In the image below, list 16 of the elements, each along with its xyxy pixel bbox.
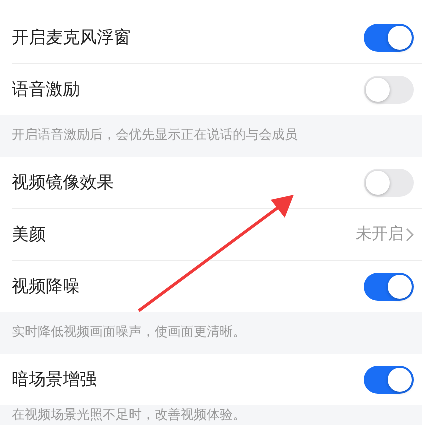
hint-text: 开启语音激励后，会优先显示正在说话的与会成员 [0,115,422,157]
setting-label: 视频降噪 [12,276,80,298]
setting-label: 视频镜像效果 [12,172,114,194]
toggle-switch[interactable] [364,24,414,52]
setting-label: 开启麦克风浮窗 [12,27,131,49]
toggle-switch[interactable] [364,168,414,196]
setting-value[interactable]: 未开启 [356,224,414,245]
chevron-right-icon [406,228,414,242]
setting-label: 语音激励 [12,79,80,101]
hint-text: 实时降低视频画面噪声，使画面更清晰。 [0,312,422,354]
toggle-switch[interactable] [364,366,414,394]
toggle-switch[interactable] [364,76,414,104]
hint-text: 在视频场景光照不足时，改善视频体验。 [0,405,422,425]
setting-label: 美颜 [12,224,46,246]
setting-label: 暗场景增强 [12,369,97,391]
toggle-switch[interactable] [364,272,414,300]
